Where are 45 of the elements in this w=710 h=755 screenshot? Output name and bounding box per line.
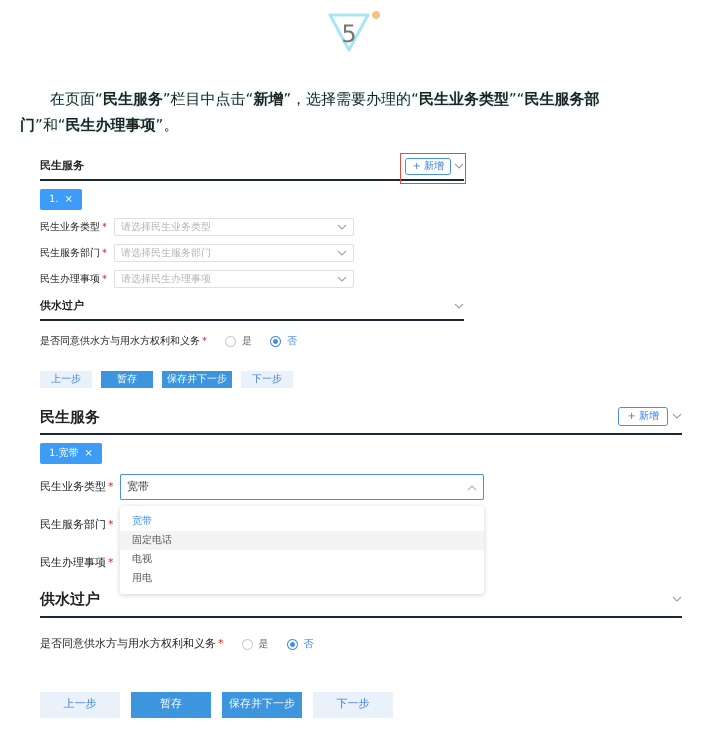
form-button[interactable]: 暂存 (101, 370, 153, 388)
field-label: 民生办理事项 * (40, 554, 114, 571)
chevron-down-icon[interactable] (454, 302, 464, 310)
field-label: 民生服务部门 * (40, 246, 108, 260)
section-title: 民生服务 (40, 406, 101, 428)
field-label: 民生服务部门 * (40, 516, 114, 533)
field-label: 民生业务类型 * (40, 478, 114, 495)
chevron-down-icon[interactable] (454, 163, 464, 170)
form-button[interactable]: 上一步 (40, 370, 92, 388)
form-button[interactable]: 暂存 (131, 692, 211, 718)
form-button[interactable]: 保存并下一步 (162, 370, 232, 388)
record-tab[interactable]: 1. × (40, 189, 82, 210)
section-title: 供水过户 (40, 589, 101, 610)
dropdown-option[interactable]: 固定电话 (120, 531, 484, 550)
chevron-down-icon[interactable] (337, 250, 347, 256)
chevron-down-icon[interactable] (672, 413, 682, 420)
section-title: 供水过户 (40, 298, 85, 314)
dropdown-option[interactable]: 用电 (120, 569, 484, 588)
field-label: 是否同意供水方与用水方权利和义务 * (40, 334, 207, 349)
form-button[interactable]: 上一步 (40, 692, 120, 718)
field-label: 民生业务类型 * (40, 220, 108, 234)
dropdown-option[interactable]: 电视 (120, 550, 484, 569)
chevron-down-icon[interactable] (672, 596, 682, 603)
add-button[interactable]: + 新增 (618, 407, 668, 426)
select-field[interactable]: 请选择民生业务类型 (114, 218, 354, 236)
dropdown-option[interactable]: 宽带 (120, 512, 484, 531)
chevron-up-icon[interactable] (467, 484, 477, 490)
field-label: 民生办理事项 * (40, 272, 108, 286)
form-button[interactable]: 下一步 (313, 692, 393, 718)
record-tab[interactable]: 1.宽带 × (40, 443, 102, 464)
radio-option[interactable]: 是 (242, 637, 268, 652)
radio-option[interactable]: 否 (286, 637, 314, 652)
field-label: 是否同意供水方与用水方权利和义务 * (40, 636, 224, 652)
select-field[interactable]: 请选择民生服务部门 (114, 244, 354, 262)
radio-option[interactable]: 否 (270, 334, 297, 349)
radio-option[interactable]: 是 (225, 334, 252, 349)
instruction-text: 在页面“民生服务”栏目中点击“新增”，选择需要办理的“民生业务类型”“民生服务部门”和“民生办理事项”。 (19, 89, 600, 136)
section-title: 民生服务 (40, 158, 85, 174)
select-field[interactable]: 请选择民生办理事项 (114, 270, 354, 288)
form-button[interactable]: 保存并下一步 (222, 692, 302, 718)
select-field[interactable]: 宽带 (120, 474, 484, 500)
form-button[interactable]: 下一步 (241, 370, 293, 388)
add-button[interactable]: + 新增 (405, 158, 451, 175)
chevron-down-icon[interactable] (337, 224, 347, 230)
chevron-down-icon[interactable] (337, 276, 347, 282)
